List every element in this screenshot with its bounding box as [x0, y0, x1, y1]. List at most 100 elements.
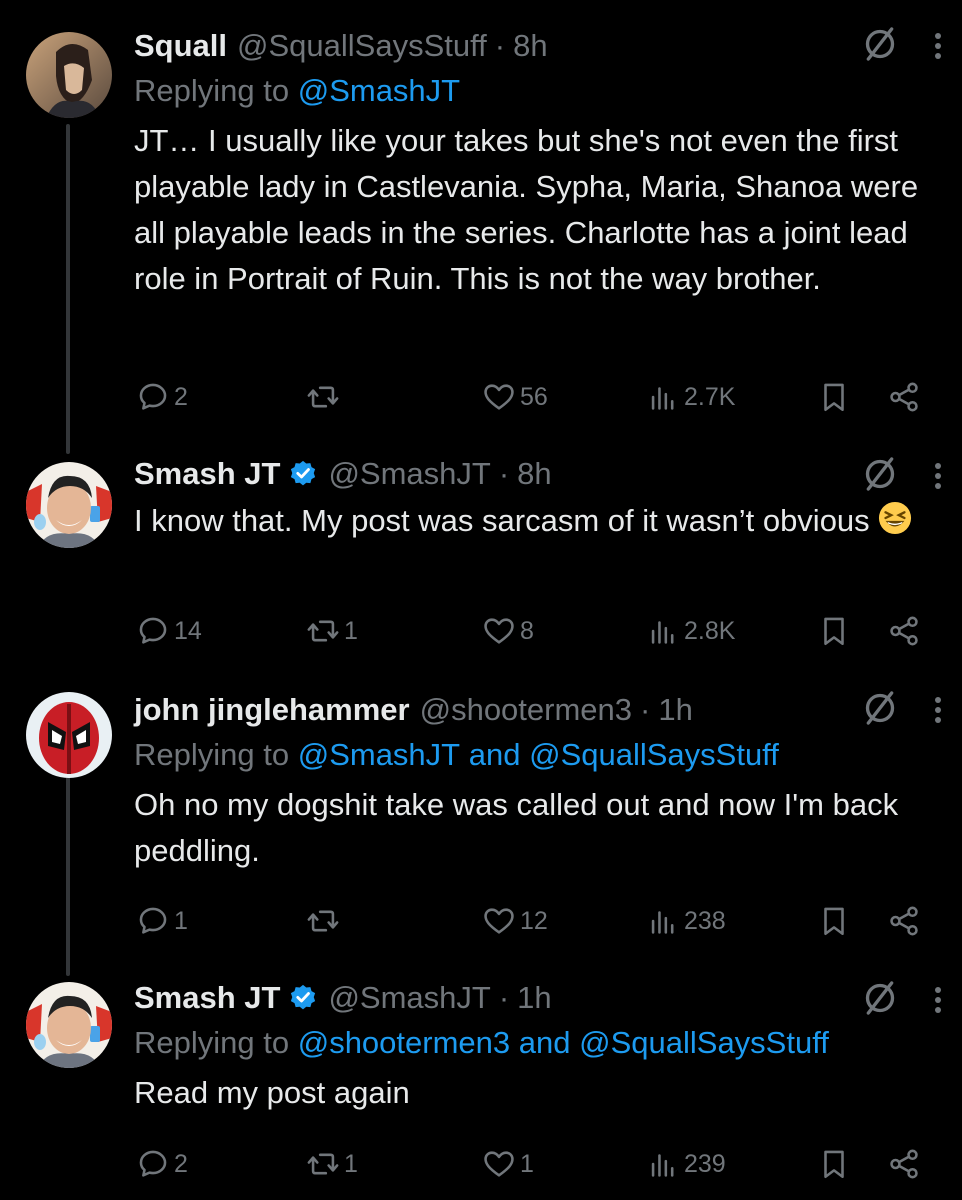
tweet[interactable]: Squall @SquallSaysStuff · 8h Replying to…: [0, 0, 962, 440]
tweet-actions: 2 1 1 239: [0, 1142, 962, 1186]
repost-button[interactable]: 1: [306, 609, 358, 653]
handle[interactable]: @SquallSaysStuff: [237, 28, 487, 64]
share-icon: [887, 904, 921, 938]
replying-to: Replying to @SmashJT: [134, 68, 932, 114]
tweet[interactable]: john jinglehammer @shootermen3 · 1h Repl…: [0, 670, 962, 960]
more-icon[interactable]: [928, 690, 948, 730]
like-icon: [482, 614, 520, 648]
like-button[interactable]: 12: [482, 899, 548, 943]
views-button[interactable]: 238: [646, 899, 726, 943]
reply-button[interactable]: 14: [136, 609, 202, 653]
repost-count: 1: [344, 616, 358, 645]
bookmark-icon: [817, 380, 851, 414]
replying-prefix: Replying to: [134, 1025, 290, 1060]
views-count: 239: [684, 1149, 726, 1178]
verified-icon: [288, 983, 318, 1013]
more-icon[interactable]: [928, 26, 948, 66]
tweet-text: I know that. My post was sarcasm of it w…: [134, 498, 932, 544]
display-name[interactable]: john jinglehammer: [134, 692, 410, 728]
views-icon: [646, 904, 684, 938]
like-count: 1: [520, 1149, 534, 1178]
bookmark-icon: [817, 614, 851, 648]
views-count: 238: [684, 906, 726, 935]
views-count: 2.8K: [684, 616, 736, 645]
like-count: 8: [520, 616, 534, 645]
repost-button[interactable]: [306, 375, 344, 419]
reply-count: 2: [174, 382, 188, 411]
separator-dot: ·: [498, 980, 510, 1015]
repost-count: 1: [344, 1149, 358, 1178]
tweet[interactable]: Smash JT @SmashJT · 1h Replying to @shoo…: [0, 960, 962, 1200]
share-icon: [887, 380, 921, 414]
bookmark-button[interactable]: [816, 899, 852, 943]
like-button[interactable]: 56: [482, 375, 548, 419]
mention-link[interactable]: @shootermen3: [298, 1025, 510, 1061]
display-name[interactable]: Smash JT: [134, 456, 280, 492]
share-button[interactable]: [886, 609, 922, 653]
tweet-text: Read my post again: [134, 1075, 410, 1110]
avatar[interactable]: [26, 692, 112, 778]
timestamp[interactable]: 1h: [658, 692, 692, 728]
mention-link[interactable]: @SmashJT: [298, 737, 460, 773]
reply-button[interactable]: 1: [136, 899, 188, 943]
mute-icon[interactable]: [860, 978, 900, 1018]
more-icon[interactable]: [928, 456, 948, 496]
tweet-actions: 14 1 8 2.8K: [0, 609, 962, 653]
share-button[interactable]: [886, 375, 922, 419]
separator-dot: ·: [498, 456, 510, 491]
repost-icon: [306, 614, 344, 648]
tweet-header: Smash JT @SmashJT · 1h: [134, 976, 932, 1020]
share-button[interactable]: [886, 899, 922, 943]
repost-icon: [306, 380, 344, 414]
repost-icon: [306, 1147, 344, 1181]
reply-icon: [136, 614, 174, 648]
avatar[interactable]: [26, 982, 112, 1068]
views-button[interactable]: 2.7K: [646, 375, 735, 419]
timestamp[interactable]: 8h: [513, 28, 547, 64]
views-count: 2.7K: [684, 382, 736, 411]
mention-link[interactable]: @SquallSaysStuff: [579, 1025, 829, 1061]
bookmark-button[interactable]: [816, 375, 852, 419]
views-icon: [646, 380, 684, 414]
mute-icon[interactable]: [860, 24, 900, 64]
like-icon: [482, 380, 520, 414]
repost-button[interactable]: [306, 899, 344, 943]
timestamp[interactable]: 8h: [517, 456, 551, 492]
tweet-actions: 2 56 2.7K: [0, 375, 962, 419]
tweet-header: john jinglehammer @shootermen3 · 1h: [134, 688, 932, 732]
replying-to: Replying to @shootermen3 and @SquallSays…: [134, 1020, 932, 1066]
share-button[interactable]: [886, 1142, 922, 1186]
reply-button[interactable]: 2: [136, 375, 188, 419]
like-button[interactable]: 1: [482, 1142, 534, 1186]
reply-count: 1: [174, 906, 188, 935]
avatar[interactable]: [26, 462, 112, 548]
bookmark-button[interactable]: [816, 1142, 852, 1186]
like-count: 56: [520, 382, 548, 411]
handle[interactable]: @shootermen3: [420, 692, 632, 728]
reply-button[interactable]: 2: [136, 1142, 188, 1186]
views-button[interactable]: 2.8K: [646, 609, 735, 653]
display-name[interactable]: Squall: [134, 28, 227, 64]
tweet-header: Smash JT @SmashJT · 8h: [134, 452, 932, 496]
views-button[interactable]: 239: [646, 1142, 726, 1186]
avatar[interactable]: [26, 32, 112, 118]
bookmark-button[interactable]: [816, 609, 852, 653]
mute-icon[interactable]: [860, 688, 900, 728]
mention-link[interactable]: @SmashJT: [298, 73, 460, 109]
like-icon: [482, 1147, 520, 1181]
like-icon: [482, 904, 520, 938]
handle[interactable]: @SmashJT: [328, 980, 490, 1016]
more-icon[interactable]: [928, 980, 948, 1020]
timestamp[interactable]: 1h: [517, 980, 551, 1016]
mute-icon[interactable]: [860, 454, 900, 494]
verified-icon: [288, 459, 318, 489]
like-button[interactable]: 8: [482, 609, 534, 653]
mention-link[interactable]: @SquallSaysStuff: [529, 737, 779, 773]
repost-button[interactable]: 1: [306, 1142, 358, 1186]
handle[interactable]: @SmashJT: [328, 456, 490, 492]
display-name[interactable]: Smash JT: [134, 980, 280, 1016]
bookmark-icon: [817, 1147, 851, 1181]
tweet[interactable]: Smash JT @SmashJT · 8h I know that. My p…: [0, 440, 962, 670]
repost-icon: [306, 904, 344, 938]
reply-icon: [136, 1147, 174, 1181]
